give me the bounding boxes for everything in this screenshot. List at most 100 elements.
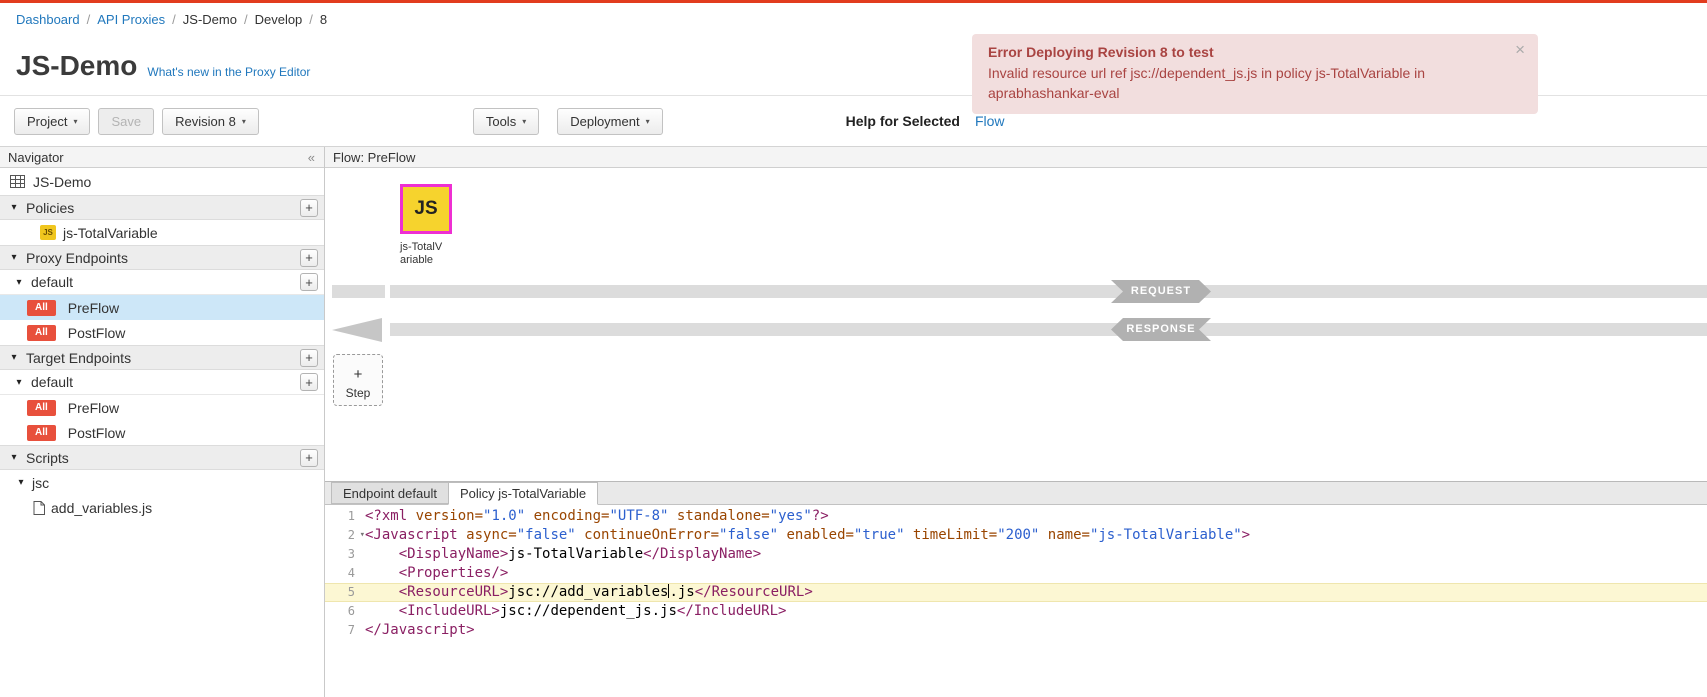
policy-node-label-line2: ariable [400, 254, 464, 267]
caret-down-icon: ▾ [9, 352, 19, 363]
project-menu-button[interactable]: Project ▾ [14, 108, 90, 135]
group-item-default-target[interactable]: ▾ default + [0, 370, 324, 395]
flow-label: PostFlow [68, 325, 126, 341]
flow-editor-panel: Flow: PreFlow JS js-TotalV ariable REQUE… [325, 147, 1707, 697]
breadcrumb-link-api-proxies[interactable]: API Proxies [97, 12, 165, 27]
add-policy-button[interactable]: + [300, 199, 318, 217]
js-policy-icon: JS [40, 225, 56, 240]
file-label: add_variables.js [51, 500, 152, 516]
collapse-navigator-icon[interactable]: « [308, 150, 315, 165]
group-item-default-proxy[interactable]: ▾ default + [0, 270, 324, 295]
request-bar-stub [332, 285, 385, 298]
chevron-down-icon: ▾ [646, 117, 650, 126]
tools-menu-label: Tools [486, 114, 516, 129]
request-flow-bar: REQUEST [325, 285, 1707, 298]
save-button[interactable]: Save [98, 108, 154, 135]
line-number: 3 [325, 545, 365, 564]
add-proxy-endpoint-button[interactable]: + [300, 249, 318, 267]
breadcrumb-item-js-demo: JS-Demo [183, 12, 237, 27]
line-number: 1 [325, 507, 365, 526]
navigator-panel: Navigator « JS-Demo ▾ Policies + JS js-T… [0, 147, 325, 697]
help-flow-link[interactable]: Flow [975, 113, 1005, 129]
add-target-endpoint-button[interactable]: + [300, 349, 318, 367]
group-item-jsc[interactable]: ▾ jsc [0, 470, 324, 495]
section-header-scripts[interactable]: ▾ Scripts + [0, 445, 324, 470]
whats-new-link[interactable]: What's new in the Proxy Editor [147, 65, 310, 79]
flow-title: Flow: PreFlow [333, 150, 415, 165]
add-proxy-flow-button[interactable]: + [300, 273, 318, 291]
response-bar [390, 323, 1707, 336]
tab-policy-js-totalvariable[interactable]: Policy js-TotalVariable [448, 482, 598, 505]
breadcrumb-separator: / [309, 12, 313, 27]
code-line[interactable]: 7 </Javascript> [325, 621, 1707, 640]
file-item-add-variables-js[interactable]: add_variables.js [0, 495, 324, 520]
group-label: jsc [32, 475, 49, 491]
error-banner: Error Deploying Revision 8 to test Inval… [972, 34, 1538, 114]
add-target-flow-button[interactable]: + [300, 373, 318, 391]
help-for-selected-label: Help for Selected [846, 113, 960, 129]
navigator-header: Navigator « [0, 147, 324, 168]
code-line-active[interactable]: 5 <ResourceURL>jsc://add_variables.js</R… [325, 583, 1707, 602]
editor-tabbar: Endpoint default Policy js-TotalVariable [325, 482, 1707, 505]
flow-item-preflow-target[interactable]: All PreFlow [0, 395, 324, 420]
policy-node-js-totalvariable[interactable]: JS js-TotalV ariable [400, 184, 464, 267]
add-step-button[interactable]: + Step [333, 354, 383, 406]
all-badge: All [27, 300, 56, 316]
chevron-down-icon: ▾ [242, 117, 246, 126]
fold-caret-icon[interactable]: ▾ [360, 526, 365, 545]
plus-icon: + [334, 366, 382, 384]
line-number: 4 [325, 564, 365, 583]
response-arrow-label: RESPONSE [1111, 318, 1211, 341]
tools-menu-button[interactable]: Tools ▾ [473, 108, 539, 135]
section-header-proxy-endpoints[interactable]: ▾ Proxy Endpoints + [0, 245, 324, 270]
flow-canvas[interactable]: JS js-TotalV ariable REQUEST RESPONSE + … [325, 168, 1707, 481]
deployment-menu-button[interactable]: Deployment ▾ [557, 108, 662, 135]
section-label: Scripts [26, 450, 69, 466]
chevron-down-icon: ▾ [522, 117, 526, 126]
breadcrumb-item-revision: 8 [320, 12, 327, 27]
code-line[interactable]: 3 <DisplayName>js-TotalVariable</Display… [325, 545, 1707, 564]
revision-menu-button[interactable]: Revision 8 ▾ [162, 108, 259, 135]
request-bar [390, 285, 1707, 298]
caret-down-icon: ▾ [9, 202, 19, 213]
js-policy-node-icon[interactable]: JS [400, 184, 452, 234]
caret-down-icon: ▾ [14, 277, 24, 288]
group-label: default [31, 274, 73, 290]
close-icon[interactable]: × [1515, 40, 1525, 60]
group-label: default [31, 374, 73, 390]
code-line[interactable]: 1 <?xml version="1.0" encoding="UTF-8" s… [325, 507, 1707, 526]
navigator-root-item[interactable]: JS-Demo [0, 168, 324, 195]
all-badge: All [27, 325, 56, 341]
breadcrumb-link-dashboard[interactable]: Dashboard [16, 12, 80, 27]
breadcrumb-separator: / [172, 12, 176, 27]
caret-down-icon: ▾ [9, 252, 19, 263]
breadcrumb-item-develop: Develop [255, 12, 303, 27]
code-editor[interactable]: 1 <?xml version="1.0" encoding="UTF-8" s… [325, 505, 1707, 697]
policy-item-label: js-TotalVariable [63, 225, 158, 241]
flow-item-postflow-target[interactable]: All PostFlow [0, 420, 324, 445]
section-header-policies[interactable]: ▾ Policies + [0, 195, 324, 220]
section-label: Target Endpoints [26, 350, 131, 366]
code-line[interactable]: 6 <IncludeURL>jsc://dependent_js.js</Inc… [325, 602, 1707, 621]
add-script-button[interactable]: + [300, 449, 318, 467]
error-message: Invalid resource url ref jsc://dependent… [988, 63, 1504, 103]
breadcrumb-separator: / [87, 12, 91, 27]
code-line[interactable]: 4 <Properties/> [325, 564, 1707, 583]
project-menu-label: Project [27, 114, 67, 129]
section-label: Proxy Endpoints [26, 250, 128, 266]
flow-item-preflow-proxy[interactable]: All PreFlow [0, 295, 324, 320]
flow-header: Flow: PreFlow [325, 147, 1707, 168]
proxy-grid-icon [10, 175, 25, 188]
section-label: Policies [26, 200, 74, 216]
flow-label: PostFlow [68, 425, 126, 441]
navigator-title: Navigator [8, 150, 64, 165]
code-editor-panel: Endpoint default Policy js-TotalVariable… [325, 481, 1707, 697]
tab-endpoint-default[interactable]: Endpoint default [331, 482, 448, 504]
code-line[interactable]: 2▾ <Javascript async="false" continueOnE… [325, 526, 1707, 545]
breadcrumb: Dashboard / API Proxies / JS-Demo / Deve… [0, 3, 1707, 36]
policy-node-label-line1: js-TotalV [400, 241, 464, 254]
policy-item-js-totalvariable[interactable]: JS js-TotalVariable [0, 220, 324, 245]
flow-item-postflow-proxy[interactable]: All PostFlow [0, 320, 324, 345]
section-header-target-endpoints[interactable]: ▾ Target Endpoints + [0, 345, 324, 370]
line-number: 5 [325, 583, 365, 602]
